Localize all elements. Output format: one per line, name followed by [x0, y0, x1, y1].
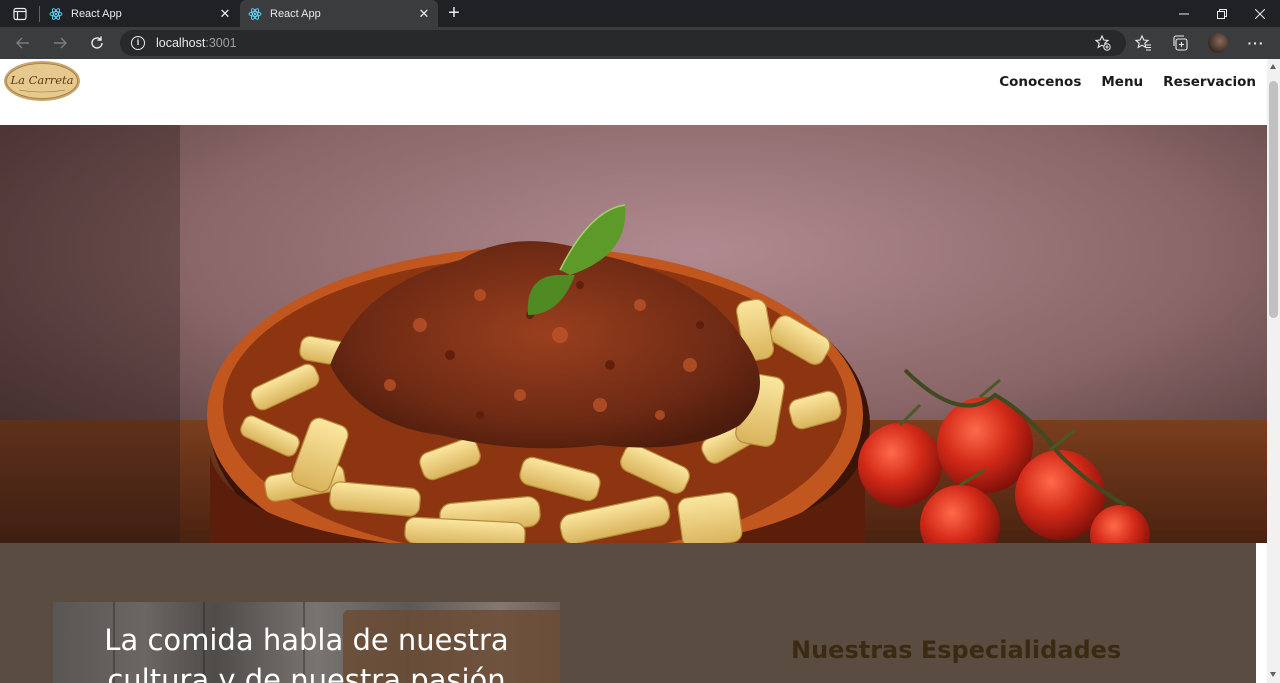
- reload-button[interactable]: [85, 31, 109, 55]
- browser-tab-1[interactable]: React App ✕: [41, 0, 239, 27]
- about-card: La comida habla de nuestra cultura y de …: [53, 602, 560, 683]
- react-icon: [248, 7, 262, 20]
- restore-button[interactable]: [1203, 0, 1241, 27]
- collections-icon[interactable]: [1170, 33, 1190, 53]
- logo-text: La Carreta: [9, 73, 73, 87]
- react-icon: [49, 7, 63, 20]
- url-port: :3001: [205, 36, 237, 50]
- more-options-icon[interactable]: ···: [1246, 33, 1266, 53]
- la-carreta-logo[interactable]: La Carreta: [3, 60, 81, 102]
- nav-link-reservacion[interactable]: Reservacion: [1163, 74, 1256, 90]
- arrow-left-icon: [16, 37, 29, 49]
- scroll-up-arrow-icon[interactable]: [1270, 64, 1276, 69]
- tab-title: React App: [71, 7, 122, 20]
- favorites-icon[interactable]: [1133, 33, 1153, 53]
- browser-tab-2[interactable]: React App ✕: [240, 0, 438, 27]
- page-scrollbar[interactable]: [1267, 59, 1280, 683]
- site-nav: Conocenos Menu Reservacion: [999, 74, 1256, 90]
- nav-link-menu[interactable]: Menu: [1101, 74, 1143, 90]
- page-gutter: [1256, 543, 1267, 683]
- specialties-heading: Nuestras Especialidades: [791, 636, 1122, 664]
- tab-title: React App: [270, 7, 321, 20]
- profile-avatar[interactable]: [1208, 33, 1228, 53]
- new-tab-button[interactable]: +: [444, 3, 464, 23]
- scrollbar-thumb[interactable]: [1269, 81, 1278, 318]
- about-heading: La comida habla de nuestra cultura y de …: [104, 623, 509, 683]
- close-tab-icon[interactable]: ✕: [219, 7, 231, 20]
- hero-image: [0, 125, 1267, 543]
- tab-actions-icon[interactable]: [8, 4, 32, 24]
- scroll-down-arrow-icon[interactable]: [1270, 672, 1276, 677]
- address-bar[interactable]: i localhost:3001: [120, 30, 1126, 56]
- browser-toolbar: i localhost:3001 ···: [0, 27, 1280, 59]
- close-window-button[interactable]: [1241, 0, 1279, 27]
- about-section: La comida habla de nuestra cultura y de …: [0, 543, 1256, 683]
- nav-link-conocenos[interactable]: Conocenos: [999, 74, 1081, 90]
- arrow-right-icon: [54, 37, 67, 49]
- site-header: La Carreta Conocenos Menu Reservacion: [0, 59, 1267, 125]
- add-favorite-icon[interactable]: [1094, 34, 1112, 52]
- url-text[interactable]: localhost:3001: [156, 36, 237, 50]
- web-page: La Carreta Conocenos Menu Reservacion La…: [0, 59, 1267, 683]
- avatar: [1208, 33, 1228, 53]
- pasta-dish-image: [0, 125, 1267, 543]
- tab-separator: [39, 6, 40, 22]
- reload-icon: [91, 36, 103, 49]
- forward-button[interactable]: [48, 31, 72, 55]
- url-host: localhost: [156, 36, 206, 50]
- back-button[interactable]: [11, 31, 35, 55]
- close-tab-icon[interactable]: ✕: [418, 7, 430, 20]
- minimize-button[interactable]: [1165, 0, 1203, 27]
- browser-tab-strip: React App ✕ React App ✕ +: [0, 0, 1280, 27]
- site-info-icon[interactable]: i: [131, 36, 145, 50]
